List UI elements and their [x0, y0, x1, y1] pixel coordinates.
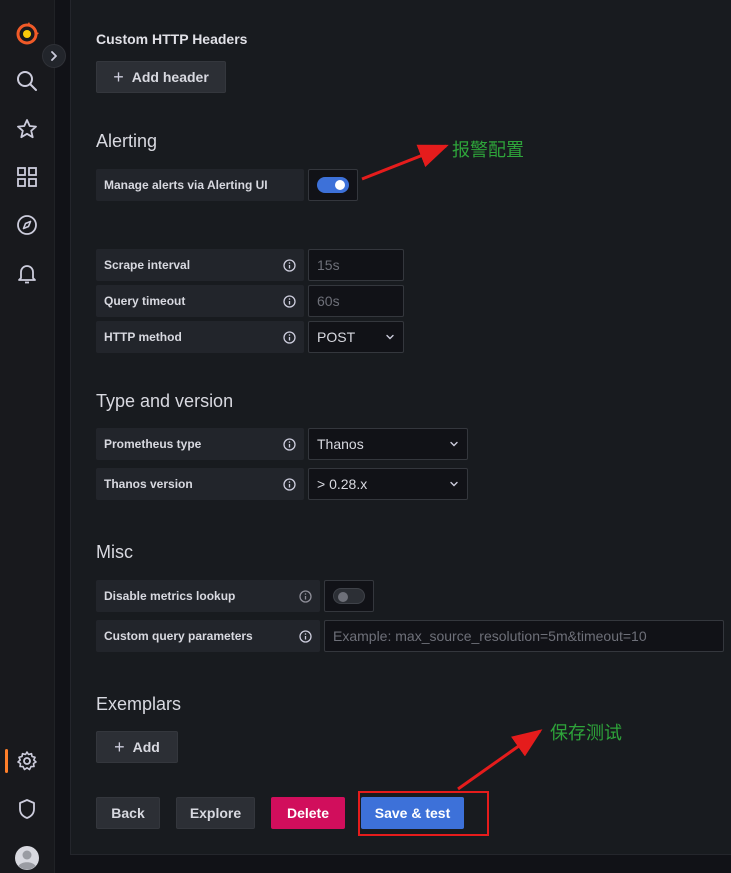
sidebar-collapse-button[interactable]: [42, 44, 66, 68]
save-highlight-box: [358, 791, 489, 836]
save-test-annotation: 保存测试: [550, 723, 622, 744]
alert-config-annotation: 报警配置: [452, 140, 524, 161]
save-annotation-arrow: [457, 729, 543, 791]
alerting-annotation-arrow: [361, 144, 449, 181]
chevron-right-icon: [51, 51, 57, 61]
